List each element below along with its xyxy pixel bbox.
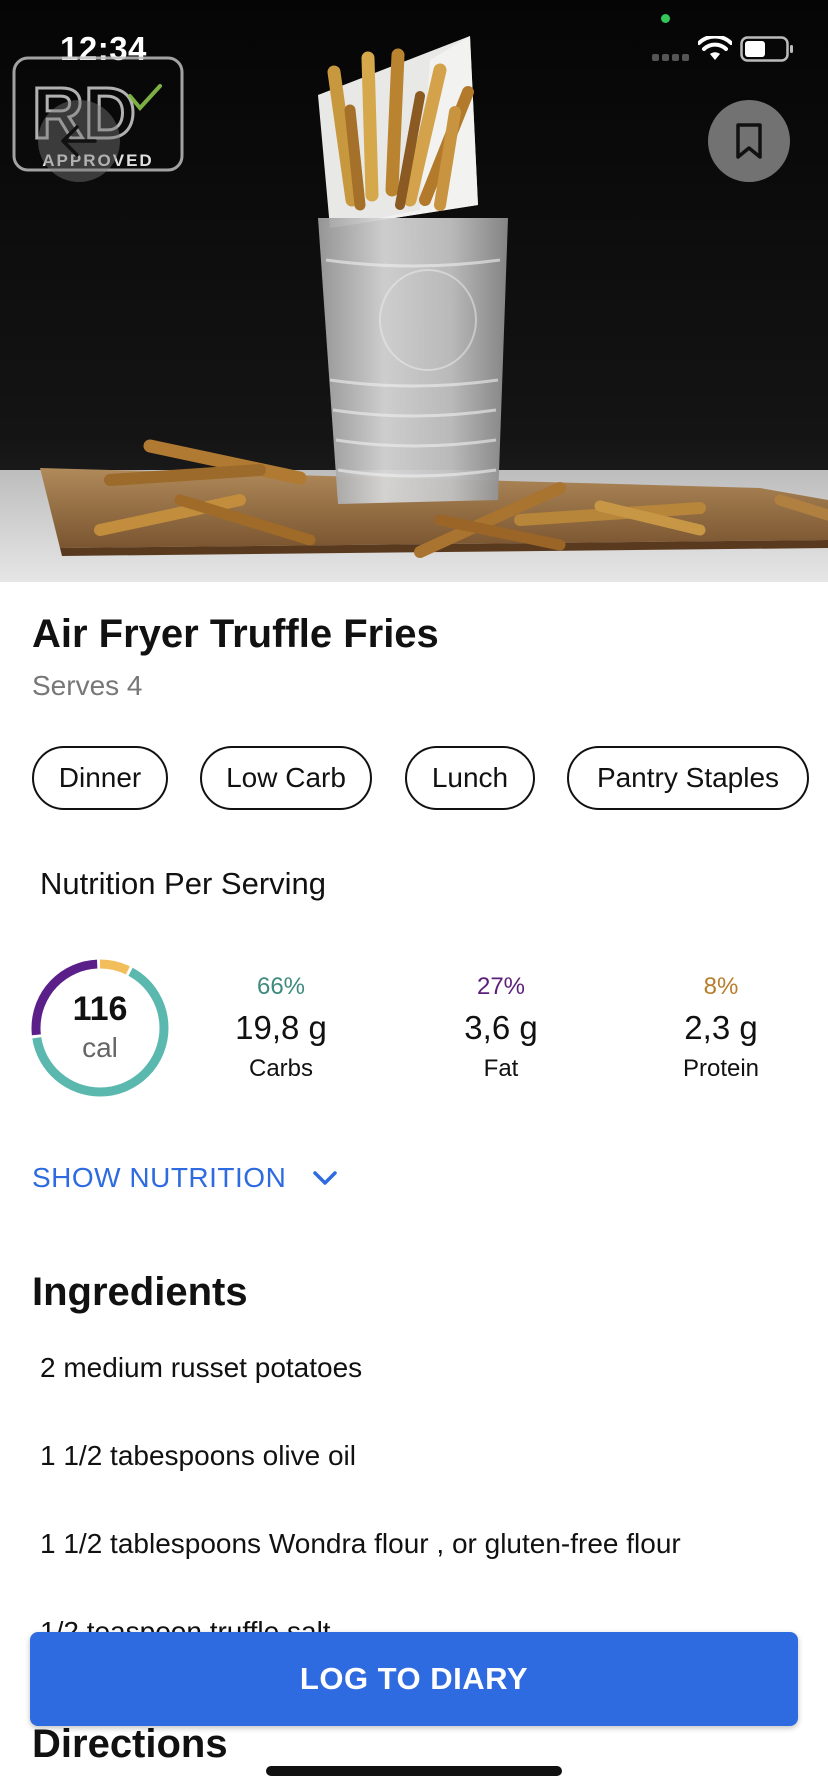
macro-carbs-grams: 19,8 g — [235, 1009, 327, 1046]
macro-fat-label: Fat — [483, 1055, 519, 1082]
macro-fat: 27% 3,6 g Fat — [416, 972, 586, 1084]
macro-protein-percent: 8% — [703, 973, 739, 1000]
recipe-tags: Dinner Low Carb Lunch Pantry Staples — [32, 746, 828, 810]
macro-protein-grams: 2,3 g — [684, 1009, 758, 1046]
home-indicator — [266, 1766, 562, 1776]
ingredients-heading: Ingredients — [32, 1270, 248, 1314]
ingredient-item: 1 1/2 tabespoons olive oil — [40, 1440, 356, 1471]
cellular-signal-icon — [652, 54, 689, 61]
wifi-icon — [698, 36, 732, 60]
chevron-down-icon — [312, 1170, 338, 1186]
calorie-ring: 116 cal — [28, 956, 172, 1100]
tag-low-carb[interactable]: Low Carb — [200, 746, 372, 810]
macro-fat-grams: 3,6 g — [464, 1009, 538, 1046]
show-nutrition-button[interactable]: SHOW NUTRITION — [32, 1158, 338, 1198]
show-nutrition-label: SHOW NUTRITION — [32, 1162, 287, 1193]
recipe-servings: Serves 4 — [32, 670, 143, 701]
macro-protein-label: Protein — [682, 1055, 760, 1082]
camera-indicator-dot — [661, 14, 670, 23]
log-to-diary-button[interactable]: LOG TO DIARY — [30, 1632, 798, 1726]
calorie-unit: cal — [82, 1032, 118, 1063]
macro-carbs-label: Carbs — [248, 1055, 314, 1082]
macro-carbs-percent: 66% — [256, 973, 306, 1000]
macro-fat-percent: 27% — [476, 973, 526, 1000]
battery-icon — [740, 36, 793, 62]
macro-protein: 8% 2,3 g Protein — [636, 972, 806, 1084]
directions-heading: Directions — [32, 1722, 228, 1766]
calorie-value: 116 — [72, 990, 128, 1028]
macro-carbs: 66% 19,8 g Carbs — [196, 972, 366, 1084]
tag-dinner[interactable]: Dinner — [32, 746, 168, 810]
back-button[interactable] — [38, 100, 120, 182]
tag-pantry-staples[interactable]: Pantry Staples — [567, 746, 809, 810]
tag-lunch[interactable]: Lunch — [405, 746, 535, 810]
arrow-left-icon — [61, 125, 97, 157]
bookmark-button[interactable] — [708, 100, 790, 182]
bookmark-icon — [736, 123, 762, 159]
recipe-title: Air Fryer Truffle Fries — [32, 612, 439, 656]
nutrition-heading: Nutrition Per Serving — [40, 866, 327, 901]
ingredient-item: 1 1/2 tablespoons Wondra flour , or glut… — [40, 1528, 681, 1559]
ingredient-item: 2 medium russet potatoes — [40, 1352, 363, 1383]
